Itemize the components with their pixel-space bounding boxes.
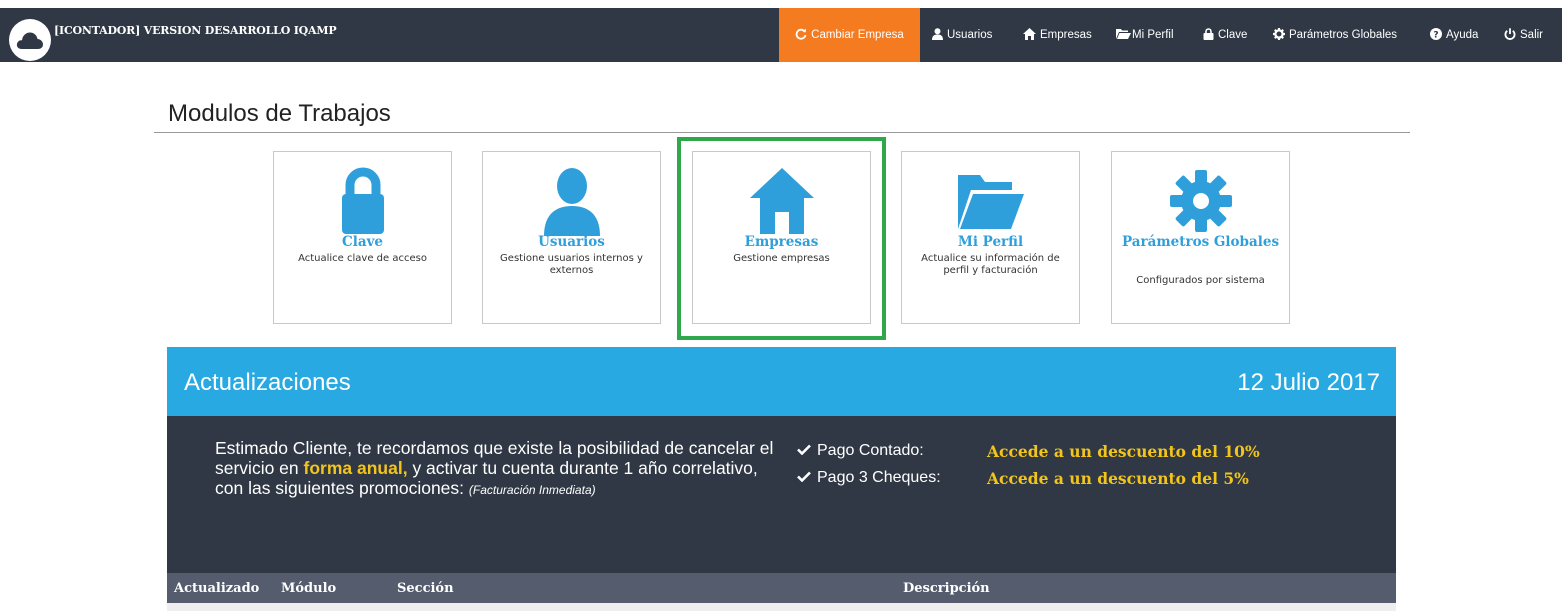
- column-header-modulo[interactable]: Módulo: [281, 581, 336, 596]
- nav-parametros-globales[interactable]: Parámetros Globales: [1273, 8, 1397, 62]
- module-desc: Actualice clave de acceso: [298, 253, 427, 264]
- module-name: Usuarios: [538, 234, 605, 250]
- module-name: Mi Perfil: [957, 234, 1024, 250]
- module-name: Parámetros Globales: [1121, 234, 1280, 250]
- gear-icon: [1273, 27, 1285, 43]
- table-row: [167, 603, 1396, 611]
- promo-label: Pago Contado:: [817, 442, 924, 459]
- top-navbar: [ICONTADOR] VERSION DESARROLLO IQAMP Cam…: [0, 8, 1562, 62]
- nav-cambiar-empresa[interactable]: Cambiar Empresa: [779, 8, 920, 62]
- updates-date: 12 Julio 2017: [1237, 369, 1380, 396]
- promo-item: Pago 3 Cheques:: [797, 469, 941, 487]
- title-divider: [154, 132, 1410, 133]
- module-card-clave[interactable]: Clave Actualice clave de acceso: [273, 151, 452, 324]
- nav-ayuda[interactable]: ? Ayuda: [1430, 8, 1478, 62]
- module-card-parametros-globales[interactable]: Parámetros Globales Configurados por sis…: [1111, 151, 1290, 324]
- nav-label: Parámetros Globales: [1289, 29, 1398, 41]
- promo-message: Estimado Cliente, te recordamos que exis…: [215, 438, 775, 500]
- check-icon: [797, 442, 811, 460]
- column-header-descripcion[interactable]: Descripción: [903, 581, 990, 596]
- nav-label: Cambiar Empresa: [811, 29, 904, 41]
- module-desc: Gestione usuarios internos y externos: [500, 253, 643, 276]
- page-title: Modulos de Trabajos: [168, 100, 391, 127]
- gear-icon: [1112, 166, 1289, 236]
- nav-label: Empresas: [1040, 29, 1092, 41]
- column-header-seccion[interactable]: Sección: [397, 581, 454, 596]
- lock-icon: [274, 166, 451, 236]
- app-title: [ICONTADOR] VERSION DESARROLLO IQAMP: [54, 24, 337, 37]
- promo-label: Pago 3 Cheques:: [817, 469, 941, 486]
- refresh-icon: [795, 28, 807, 43]
- selected-module-highlight: [677, 137, 886, 340]
- updates-body: Estimado Cliente, te recordamos que exis…: [167, 416, 1396, 573]
- updates-table-header: Actualizado Módulo Sección Descripción: [167, 573, 1396, 603]
- nav-clave[interactable]: Clave: [1203, 8, 1247, 62]
- promo-item: Pago Contado:: [797, 442, 924, 460]
- nav-label: Salir: [1520, 29, 1544, 41]
- cloud-logo-icon[interactable]: [9, 19, 51, 61]
- check-icon: [797, 469, 811, 487]
- module-card-mi-perfil[interactable]: Mi Perfil Actualice su información de pe…: [901, 151, 1080, 324]
- updates-title: Actualizaciones: [184, 369, 351, 396]
- nav-usuarios[interactable]: Usuarios: [932, 8, 992, 62]
- nav-label: Clave: [1218, 29, 1248, 41]
- updates-header: Actualizaciones 12 Julio 2017: [167, 347, 1396, 416]
- svg-text:?: ?: [1433, 30, 1438, 40]
- help-icon: ?: [1430, 27, 1442, 43]
- user-icon: [932, 27, 943, 43]
- user-icon: [483, 166, 660, 236]
- home-icon: [1023, 27, 1036, 43]
- column-header-actualizado[interactable]: Actualizado: [174, 581, 259, 596]
- nav-salir[interactable]: Salir: [1504, 8, 1543, 62]
- module-card-usuarios[interactable]: Usuarios Gestione usuarios internos y ex…: [482, 151, 661, 324]
- nav-label: Ayuda: [1446, 29, 1479, 41]
- nav-label: Mi Perfil: [1132, 29, 1174, 41]
- folder-open-icon: [902, 166, 1079, 236]
- nav-empresas[interactable]: Empresas: [1023, 8, 1092, 62]
- folder-open-icon: [1116, 28, 1131, 42]
- module-name: Clave: [341, 234, 384, 250]
- lock-icon: [1203, 27, 1214, 43]
- nav-mi-perfil[interactable]: Mi Perfil: [1116, 8, 1174, 62]
- module-desc: Actualice su información de perfil y fac…: [921, 253, 1060, 276]
- nav-label: Usuarios: [947, 29, 993, 41]
- promo-message-note: (Facturación Inmediata): [468, 483, 596, 497]
- promo-value: Accede a un descuento del 5%: [987, 469, 1249, 488]
- promo-message-highlight: forma anual,: [303, 458, 408, 478]
- module-desc: Configurados por sistema: [1136, 275, 1265, 286]
- power-icon: [1504, 27, 1516, 43]
- promo-value: Accede a un descuento del 10%: [987, 442, 1260, 461]
